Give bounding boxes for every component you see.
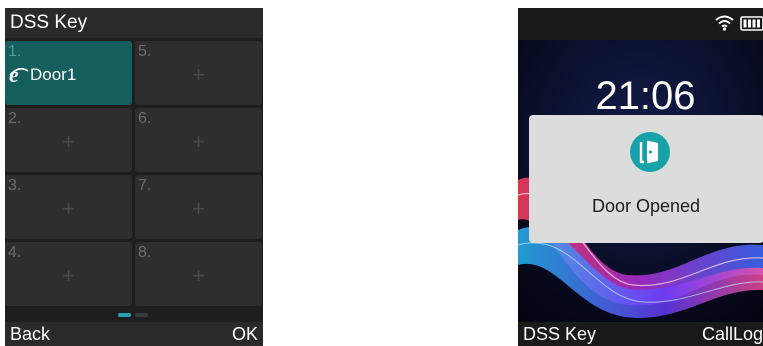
key-number: 7. — [138, 177, 152, 194]
add-key-icon: + — [62, 262, 75, 288]
dss-key-screen: DSS Key 1. e Door1 2. + 3. + 4. + 5. + 6… — [5, 8, 263, 346]
dss-key-1[interactable]: 1. e Door1 — [5, 41, 132, 105]
wifi-icon — [715, 15, 734, 31]
door-opened-popup: Door Opened — [529, 115, 763, 243]
key-number: 2. — [8, 110, 22, 127]
dss-key-7[interactable]: 7. + — [135, 175, 262, 239]
page-title: DSS Key — [5, 8, 263, 38]
popup-message: Door Opened — [591, 196, 701, 216]
key-number: 6. — [138, 110, 152, 127]
dss-key-8[interactable]: 8. + — [135, 242, 262, 306]
key-label-text: Door1 — [30, 65, 77, 84]
status-bar — [518, 8, 763, 40]
dss-key-softkey[interactable]: DSS Key — [523, 324, 596, 345]
door-open-icon — [630, 132, 670, 172]
add-key-icon: + — [62, 128, 75, 154]
battery-icon — [740, 16, 763, 31]
key-number: 8. — [138, 244, 152, 261]
add-key-icon: + — [192, 61, 205, 87]
dss-key-3[interactable]: 3. + — [5, 175, 132, 239]
add-key-icon: + — [192, 128, 205, 154]
softkey-bar: DSS Key CallLog — [518, 322, 763, 346]
page-dot — [135, 313, 148, 317]
dss-key-4[interactable]: 4. + — [5, 242, 132, 306]
key-number: 1. — [8, 43, 22, 60]
add-key-icon: + — [192, 262, 205, 288]
clock-time: 21:06 — [595, 74, 696, 118]
key-number: 4. — [8, 244, 22, 261]
dss-key-6[interactable]: 6. + — [135, 108, 262, 172]
add-key-icon: + — [192, 195, 205, 221]
key-label: e Door1 — [9, 65, 76, 85]
back-softkey[interactable]: Back — [10, 324, 50, 345]
key-number: 5. — [138, 43, 152, 60]
dss-key-2[interactable]: 2. + — [5, 108, 132, 172]
page-dot-active — [118, 313, 131, 317]
page-indicator — [118, 313, 148, 318]
idle-screen: 21:06 Door Opened DSS Key CallLog — [518, 8, 763, 346]
softkey-bar: Back OK — [5, 322, 263, 346]
ok-softkey[interactable]: OK — [232, 324, 258, 345]
add-key-icon: + — [62, 195, 75, 221]
calllog-softkey[interactable]: CallLog — [702, 324, 763, 345]
dss-key-5[interactable]: 5. + — [135, 41, 262, 105]
ie-icon: e — [9, 65, 29, 85]
key-number: 3. — [8, 177, 22, 194]
